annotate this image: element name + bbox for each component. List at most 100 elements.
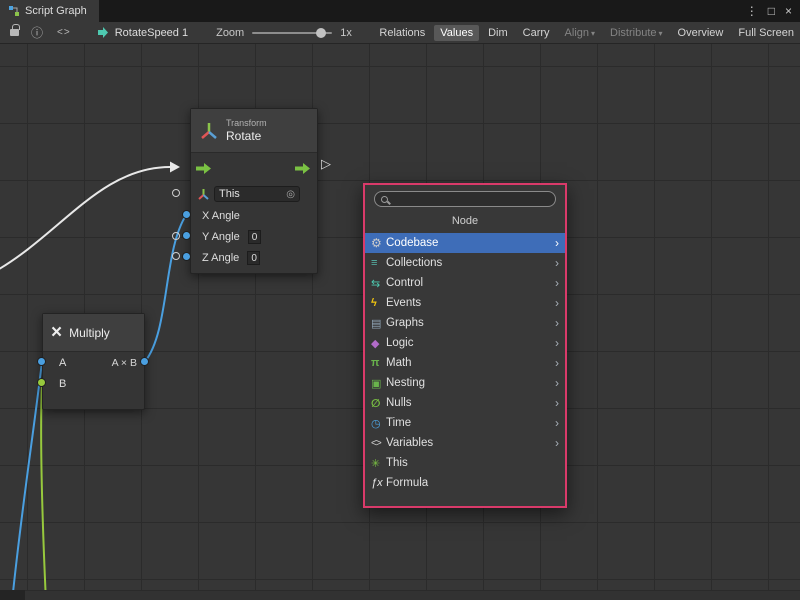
node-finder-popup: Node ⚙ Codebase › ≡ Collections › ⇆ Cont… bbox=[363, 183, 567, 508]
finder-item-variables[interactable]: <> Variables › bbox=[365, 433, 565, 453]
flow-continuation-icon[interactable]: ▷ bbox=[321, 156, 331, 172]
search-input[interactable] bbox=[392, 193, 549, 205]
input-b-wire bbox=[41, 383, 46, 600]
port-label: B bbox=[59, 378, 66, 390]
wire-arrowhead-icon bbox=[170, 162, 180, 173]
node-title: Multiply bbox=[69, 326, 110, 340]
port-label: Z Angle bbox=[202, 252, 239, 264]
chevron-right-icon: › bbox=[555, 356, 559, 370]
chevron-right-icon: › bbox=[555, 316, 559, 330]
chevron-right-icon: › bbox=[555, 256, 559, 270]
window-menu-icon[interactable]: ⋮ bbox=[746, 4, 758, 18]
nesting-icon: ▣ bbox=[371, 377, 386, 390]
tab-script-graph[interactable]: Script Graph bbox=[0, 0, 99, 22]
z-angle-outer-port[interactable] bbox=[172, 252, 180, 260]
zoom-slider-knob[interactable] bbox=[316, 28, 326, 38]
finder-item-control[interactable]: ⇆ Control › bbox=[365, 273, 565, 293]
flow-output-arrow-icon[interactable] bbox=[295, 163, 310, 174]
relations-button[interactable]: Relations bbox=[373, 25, 431, 41]
lightning-icon: ϟ bbox=[371, 297, 386, 309]
port-label: A bbox=[59, 357, 66, 369]
align-dropdown[interactable]: Align▾ bbox=[559, 25, 601, 41]
z-angle-row: Z Angle 0 bbox=[191, 247, 317, 268]
graph-name: RotateSpeed 1 bbox=[115, 27, 188, 39]
transform-gizmo-icon bbox=[199, 121, 219, 141]
lock-icon[interactable] bbox=[10, 29, 19, 36]
full-screen-button[interactable]: Full Screen bbox=[732, 25, 800, 41]
z-angle-value-field[interactable]: 0 bbox=[247, 251, 260, 265]
graph-asset-icon bbox=[97, 26, 110, 39]
finder-item-formula[interactable]: ƒx Formula bbox=[365, 473, 565, 493]
input-a-wire bbox=[12, 362, 42, 600]
finder-item-collections[interactable]: ≡ Collections › bbox=[365, 253, 565, 273]
finder-item-logic[interactable]: ◆ Logic › bbox=[365, 333, 565, 353]
output-label: A × B bbox=[112, 357, 137, 369]
dim-button[interactable]: Dim bbox=[482, 25, 514, 41]
y-angle-value-field[interactable]: 0 bbox=[248, 230, 261, 244]
this-port[interactable] bbox=[172, 189, 180, 197]
z-angle-port[interactable] bbox=[182, 252, 191, 261]
values-button[interactable]: Values bbox=[434, 25, 479, 41]
finder-search-field[interactable] bbox=[374, 191, 556, 207]
graph-toolbar: ⓘ <> RotateSpeed 1 Zoom 1x Relations Val… bbox=[0, 22, 800, 44]
horizontal-scrollbar[interactable] bbox=[0, 590, 800, 600]
x-angle-port[interactable] bbox=[182, 210, 191, 219]
search-icon bbox=[381, 196, 388, 203]
tab-title: Script Graph bbox=[25, 5, 87, 17]
graph-canvas[interactable]: Transform Rotate This bbox=[0, 44, 800, 600]
rotate-node-header[interactable]: Transform Rotate bbox=[191, 109, 317, 153]
finder-item-nesting[interactable]: ▣ Nesting › bbox=[365, 373, 565, 393]
unity-script-graph-window: Script Graph ⋮ □ × ⓘ <> RotateSpeed 1 Zo… bbox=[0, 0, 800, 600]
script-graph-tab-icon bbox=[8, 5, 20, 17]
finder-item-graphs[interactable]: ▤ Graphs › bbox=[365, 313, 565, 333]
port-label: Y Angle bbox=[202, 231, 240, 243]
window-maximize-icon[interactable]: □ bbox=[768, 4, 775, 18]
overview-button[interactable]: Overview bbox=[672, 25, 730, 41]
y-angle-outer-port[interactable] bbox=[172, 232, 180, 240]
chevron-right-icon: › bbox=[555, 436, 559, 450]
multiply-row-b: B bbox=[43, 373, 144, 394]
this-object-field[interactable]: This ◎ bbox=[214, 186, 300, 202]
port-label: X Angle bbox=[202, 210, 240, 222]
chevron-right-icon: › bbox=[555, 296, 559, 310]
info-icon[interactable]: ⓘ bbox=[31, 24, 43, 41]
y-angle-port[interactable] bbox=[182, 231, 191, 240]
toolbar-buttons: Relations Values Dim Carry Align▾ Distri… bbox=[373, 25, 800, 41]
graph-breadcrumb[interactable]: RotateSpeed 1 bbox=[97, 26, 188, 39]
chevron-down-icon: ▾ bbox=[659, 29, 663, 38]
folder-icon: ▤ bbox=[371, 317, 386, 330]
chevron-right-icon: › bbox=[555, 336, 559, 350]
finder-item-this[interactable]: ✳ This bbox=[365, 453, 565, 473]
multiply-input-a-port[interactable] bbox=[37, 357, 46, 366]
scrollbar-corner bbox=[0, 590, 25, 600]
finder-item-events[interactable]: ϟ Events › bbox=[365, 293, 565, 313]
distribute-dropdown[interactable]: Distribute▾ bbox=[604, 25, 668, 41]
transform-gizmo-icon bbox=[197, 188, 210, 201]
finder-item-nulls[interactable]: ∅ Nulls › bbox=[365, 393, 565, 413]
code-icon[interactable]: <> bbox=[57, 27, 71, 38]
chevron-right-icon: › bbox=[555, 236, 559, 250]
window-close-icon[interactable]: × bbox=[785, 4, 792, 18]
chevron-down-icon: ▾ bbox=[591, 29, 595, 38]
clock-icon: ◷ bbox=[371, 417, 386, 430]
branch-icon: ⇆ bbox=[371, 277, 386, 290]
multiply-input-b-port[interactable] bbox=[37, 378, 46, 387]
zoom-slider[interactable] bbox=[252, 32, 332, 34]
multiply-node[interactable]: × Multiply A A × B B bbox=[42, 313, 145, 410]
finder-item-time[interactable]: ◷ Time › bbox=[365, 413, 565, 433]
multiply-node-header[interactable]: × Multiply bbox=[43, 314, 144, 352]
y-angle-row: Y Angle 0 bbox=[191, 226, 317, 247]
node-title: Rotate bbox=[226, 129, 267, 143]
this-port-row: This ◎ bbox=[191, 183, 317, 205]
list-icon: ≡ bbox=[371, 257, 386, 269]
object-picker-icon[interactable]: ◎ bbox=[286, 189, 295, 200]
finder-item-codebase[interactable]: ⚙ Codebase › bbox=[365, 233, 565, 253]
control-flow-row bbox=[191, 153, 317, 183]
control-wire bbox=[0, 167, 170, 272]
transform-rotate-node[interactable]: Transform Rotate This bbox=[190, 108, 318, 274]
finder-item-math[interactable]: π Math › bbox=[365, 353, 565, 373]
multiply-icon: × bbox=[51, 322, 62, 344]
multiply-output-port[interactable] bbox=[140, 357, 149, 366]
carry-button[interactable]: Carry bbox=[517, 25, 556, 41]
flow-input-arrow-icon[interactable] bbox=[196, 163, 211, 174]
